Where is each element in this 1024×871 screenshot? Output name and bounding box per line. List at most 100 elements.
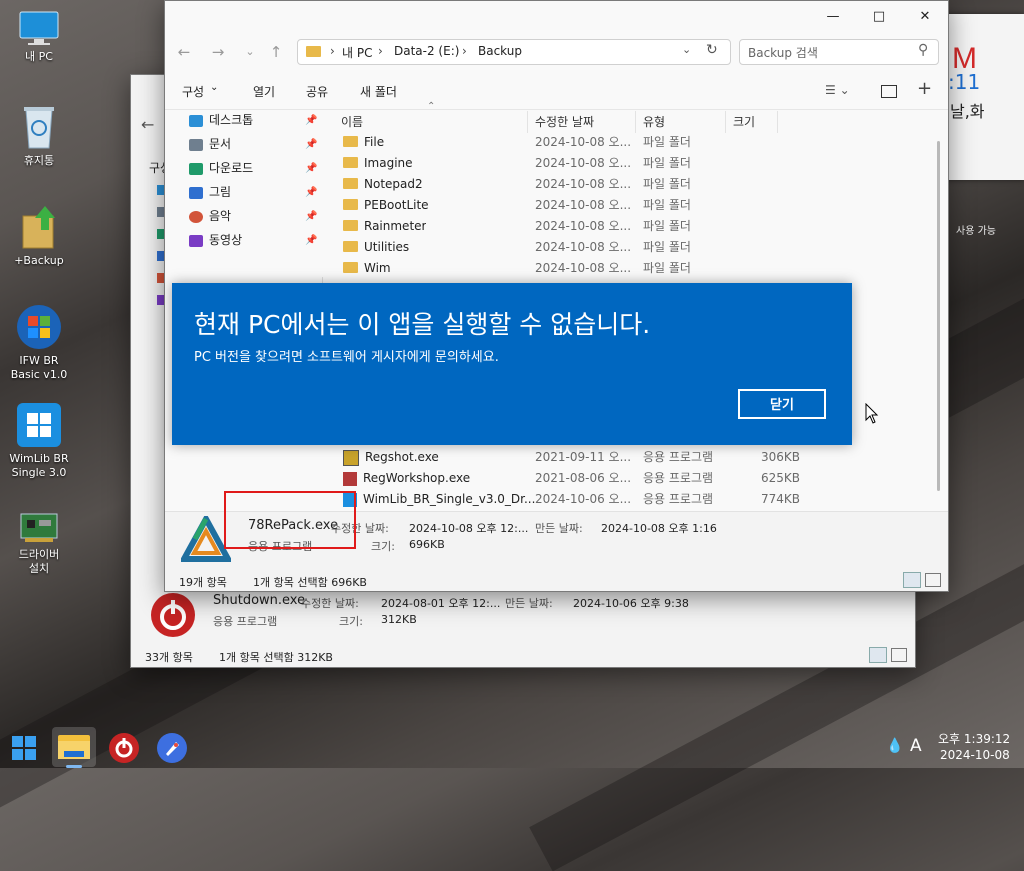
details-view-icon[interactable] (869, 647, 887, 663)
widget-day: 날,화 (950, 102, 985, 121)
nav-item-pictures[interactable]: 그림 (189, 181, 231, 203)
recent-locations-button[interactable]: ⌄ (239, 41, 261, 63)
minimize-button[interactable]: — (811, 5, 855, 29)
nav-item-music[interactable]: 음악 (189, 205, 231, 227)
pin-icon: 📌 (305, 211, 318, 222)
close-button[interactable]: ✕ (903, 5, 947, 29)
network-icon[interactable]: 💧 (886, 738, 903, 754)
back-status-selected: 1개 항목 선택함 312KB (219, 651, 333, 664)
row-modified: 2024-10-08 오... (535, 177, 632, 191)
desktop-icon-this-pc[interactable]: 내 PC (4, 10, 74, 64)
table-row[interactable]: Wim 2024-10-08 오... 파일 폴더 (341, 258, 933, 279)
refresh-icon[interactable]: ↻ (706, 42, 718, 58)
row-modified: 2024-10-08 오... (535, 240, 632, 254)
row-modified: 2024-10-08 오... (535, 261, 632, 275)
organize-button[interactable]: 구성 (182, 83, 204, 100)
start-button[interactable] (6, 730, 42, 766)
desktop-icon-recycle-bin[interactable]: 휴지통 (4, 104, 74, 168)
row-name: PEBootLite (364, 198, 429, 212)
address-bar[interactable]: › 내 PC › Data-2 (E:) › Backup ⌄ ↻ (297, 39, 731, 65)
video-icon (189, 234, 203, 247)
dialog-close-button[interactable]: 닫기 (738, 389, 826, 419)
shutdown-taskbar-button[interactable] (106, 730, 142, 766)
windows-tile-icon (16, 402, 62, 448)
desktop-icon-label: IFW BR Basic v1.0 (10, 354, 68, 381)
open-button[interactable]: 열기 (253, 83, 275, 100)
preview-pane-icon[interactable] (881, 85, 897, 98)
table-row[interactable]: File 2024-10-08 오... 파일 폴더 (341, 132, 933, 153)
new-folder-button[interactable]: 새 폴더 (360, 83, 397, 100)
desktop-icon-ifw-br-basic[interactable]: IFW BR Basic v1.0 (4, 304, 74, 382)
dialog-title: 현재 PC에서는 이 앱을 실행할 수 없습니다. (194, 310, 651, 339)
column-header-modified[interactable]: 수정한 날짜 (535, 111, 594, 133)
column-header-type[interactable]: 유형 (643, 111, 665, 133)
table-row[interactable]: WimLib_BR_Single_v3.0_Dr... 2024-10-06 오.… (341, 489, 933, 510)
forward-button[interactable]: → (207, 41, 229, 63)
desktop-icon-backup[interactable]: +Backup (4, 204, 74, 268)
status-selected: 1개 항목 선택함 696KB (253, 576, 367, 589)
nav-item-desktop[interactable]: 데스크톱 (189, 109, 253, 131)
row-modified: 2024-10-08 오... (535, 156, 632, 170)
file-explorer-taskbar-button[interactable] (52, 727, 96, 767)
tiles-view-icon[interactable] (891, 648, 907, 662)
tiles-view-icon[interactable] (925, 573, 941, 587)
details-view-icon[interactable] (903, 572, 921, 588)
back-created-value: 2024-10-06 오후 9:38 (573, 597, 689, 610)
breadcrumb-backup[interactable]: Backup (478, 44, 522, 58)
table-row[interactable]: PEBootLite 2024-10-08 오... 파일 폴더 (341, 195, 933, 216)
desktop-icon-driver-install[interactable]: 드라이버 설치 (4, 510, 74, 576)
column-divider (725, 111, 726, 133)
back-file-type: 응용 프로그램 (213, 615, 278, 628)
table-row[interactable]: Rainmeter 2024-10-08 오... 파일 폴더 (341, 216, 933, 237)
row-modified: 2021-08-06 오... (535, 471, 632, 485)
table-row[interactable]: Utilities 2024-10-08 오... 파일 폴더 (341, 237, 933, 258)
backup-folder-icon (19, 204, 59, 250)
column-divider (527, 111, 528, 133)
clock-date[interactable]: 2024-10-08 (940, 748, 1010, 762)
regshot-icon (343, 449, 359, 466)
back-button[interactable]: ← (173, 41, 195, 63)
back-modified-value: 2024-08-01 오후 12:... (381, 597, 501, 610)
row-type: 응용 프로그램 (643, 471, 714, 485)
up-button[interactable]: ↑ (265, 41, 287, 63)
table-row[interactable]: Notepad2 2024-10-08 오... 파일 폴더 (341, 174, 933, 195)
nav-item-label: 동영상 (209, 233, 243, 247)
table-row[interactable]: Regshot.exe 2021-09-11 오... 응용 프로그램 306KB (341, 447, 933, 468)
back-status-bar: 33개 항목 1개 항목 선택함 312KB (131, 645, 913, 665)
search-box[interactable]: Backup 검색 ⚲ (739, 39, 939, 65)
title-bar[interactable]: — □ ✕ (165, 1, 948, 33)
ime-indicator[interactable]: A (910, 736, 922, 756)
breadcrumb-drive[interactable]: Data-2 (E:) (394, 44, 459, 58)
share-button[interactable]: 공유 (306, 83, 328, 100)
nav-item-documents[interactable]: 문서 (189, 133, 231, 155)
windows-logo-icon (16, 304, 62, 350)
maximize-button[interactable]: □ (857, 5, 901, 29)
row-modified: 2024-10-06 오... (535, 492, 632, 506)
nav-item-label: 그림 (209, 185, 232, 199)
breadcrumb-this-pc[interactable]: 내 PC (342, 44, 372, 61)
back-nav-arrow[interactable]: ← (141, 115, 154, 134)
row-modified: 2024-10-08 오... (535, 219, 632, 233)
search-icon: ⚲ (918, 42, 929, 58)
row-type: 파일 폴더 (643, 261, 691, 275)
table-row[interactable]: Imagine 2024-10-08 오... 파일 폴더 (341, 153, 933, 174)
table-row[interactable]: RegWorkshop.exe 2021-08-06 오... 응용 프로그램 625… (341, 468, 933, 489)
detail-created-value: 2024-10-08 오후 1:16 (601, 522, 717, 535)
folder-icon (306, 46, 321, 57)
vertical-scrollbar[interactable] (937, 141, 940, 491)
chevron-down-icon[interactable]: ⌄ (682, 43, 691, 56)
nav-item-videos[interactable]: 동영상 (189, 229, 242, 251)
back-size-label: 크기: (339, 615, 363, 628)
desktop-icon-wimlib[interactable]: WimLib BR Single 3.0 (4, 402, 74, 480)
add-icon[interactable]: + (917, 78, 932, 99)
nav-item-downloads[interactable]: 다운로드 (189, 157, 253, 179)
folder-icon (343, 199, 358, 210)
status-count: 19개 항목 (179, 576, 227, 589)
rocket-launcher-icon[interactable] (154, 730, 190, 766)
desktop-icon-label: 드라이버 설치 (18, 548, 60, 575)
clock-time[interactable]: 오후 1:39:12 (938, 730, 1010, 747)
column-header-size[interactable]: 크기 (733, 111, 755, 133)
column-header-name[interactable]: 이름 (341, 111, 363, 133)
view-options-icon[interactable]: ☰ ⌄ (825, 83, 850, 97)
row-name: Regshot.exe (365, 450, 439, 464)
